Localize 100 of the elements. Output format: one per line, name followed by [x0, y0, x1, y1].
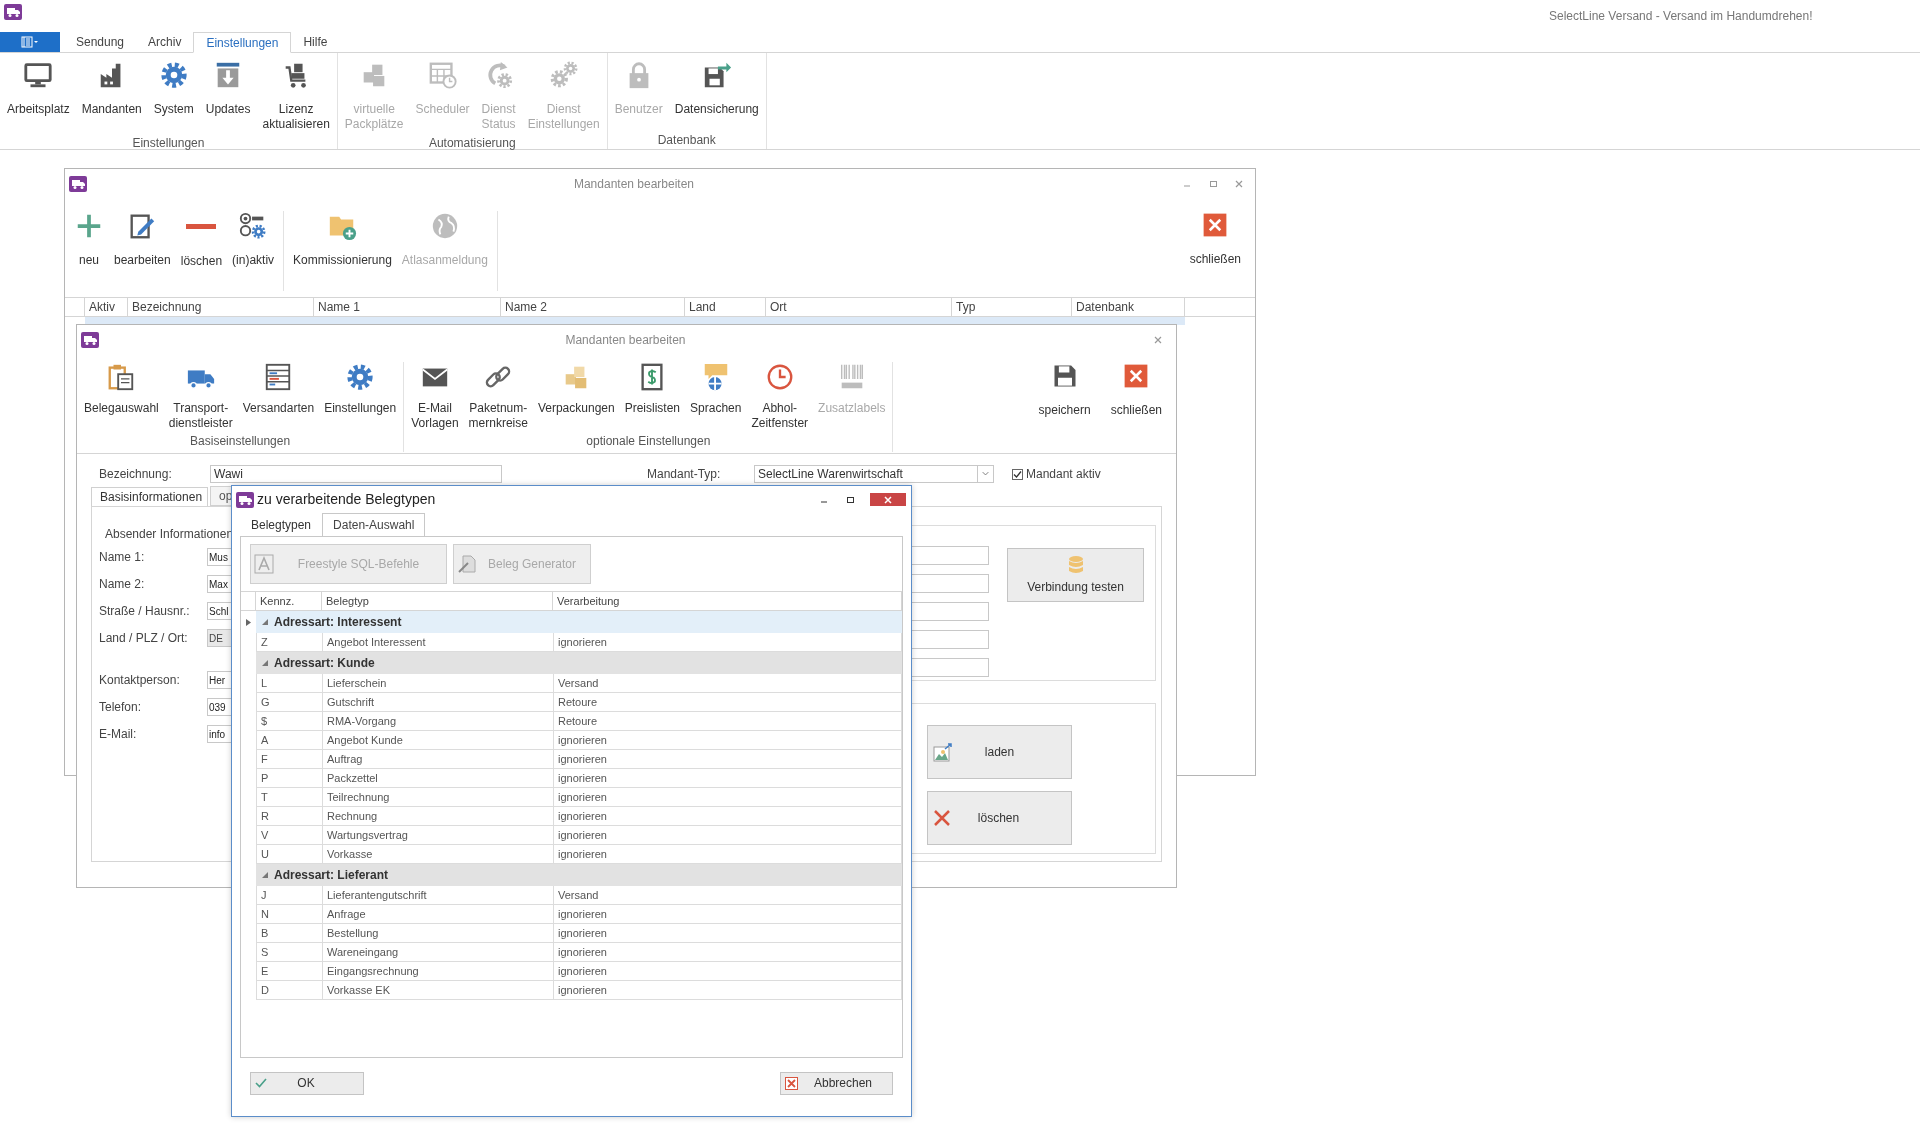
toolbar-button[interactable]: neu	[71, 211, 107, 269]
column-header[interactable]: Name 2	[501, 298, 685, 316]
table-cell: Lieferantengutschrift	[323, 886, 554, 904]
table-cell: Versand	[554, 674, 902, 692]
column-header[interactable]: Ort	[766, 298, 952, 316]
table-cell: ignorieren	[554, 788, 902, 806]
column-header[interactable]: Aktiv	[85, 298, 128, 316]
toolbar-button[interactable]: Belegauswahl	[81, 362, 162, 416]
tab[interactable]: Basisinformationen	[91, 487, 208, 507]
toolbar-button[interactable]: Einstellungen	[321, 362, 400, 416]
field-label: Bezeichnung:	[99, 466, 173, 483]
toolbar-button[interactable]: E-Mail Vorlagen	[408, 362, 462, 431]
ribbon-button[interactable]: Datensicherung	[671, 60, 762, 117]
table-cell: Lieferschein	[323, 674, 554, 692]
close-icon[interactable]	[1233, 178, 1245, 190]
column-header[interactable]: Typ	[952, 298, 1072, 316]
dialog-title: zu verarbeitende Belegtypen	[257, 490, 437, 509]
group-row[interactable]: Adressart: Kunde	[256, 652, 902, 674]
column-header[interactable]: Verarbeitung	[553, 592, 902, 610]
delete-button[interactable]: löschen	[927, 791, 1072, 845]
menu-tab[interactable]: Hilfe	[291, 31, 340, 52]
column-header[interactable]: Belegtyp	[322, 592, 553, 610]
toolbar-button[interactable]: Versandarten	[239, 362, 318, 416]
delete-icon	[933, 809, 951, 827]
ribbon-button[interactable]: Arbeitsplatz	[4, 60, 73, 117]
app-logo-icon	[4, 4, 22, 20]
table-cell: RMA-Vorgang	[323, 712, 554, 730]
active-checkbox[interactable]: Mandant aktiv	[1012, 465, 1101, 483]
letter-box-icon	[254, 554, 274, 574]
table-cell: Angebot Kunde	[323, 731, 554, 749]
toolbar-button[interactable]: Verpackungen	[534, 362, 618, 416]
toolbar-button[interactable]: Kommissionierung	[290, 211, 395, 269]
group-row[interactable]: Adressart: Lieferant	[256, 864, 902, 886]
cancel-button[interactable]: Abbrechen	[780, 1071, 893, 1095]
ok-button[interactable]: OK	[250, 1071, 364, 1095]
ribbon-button[interactable]: Mandanten	[78, 60, 145, 117]
menu-tab[interactable]: Sendung	[64, 31, 137, 52]
table-cell: Z	[257, 633, 323, 651]
table-cell: ignorieren	[554, 807, 902, 825]
table-cell: ignorieren	[554, 981, 902, 999]
tab[interactable]: Daten-Auswahl	[322, 513, 426, 536]
checkbox[interactable]	[1012, 468, 1023, 480]
table-cell: Eingangsrechnung	[323, 962, 554, 980]
gear-icon	[345, 362, 376, 392]
toolbar-button[interactable]: (in)aktiv	[229, 211, 278, 269]
table-cell: $	[257, 712, 323, 730]
table-cell: Angebot Interessent	[323, 633, 554, 651]
table-cell: Anfrage	[323, 905, 554, 923]
table-cell: ignorieren	[554, 769, 902, 787]
load-button[interactable]: laden	[927, 725, 1072, 779]
toolbar-button[interactable]: löschen	[177, 211, 226, 270]
collapse-icon[interactable]	[262, 660, 268, 666]
column-header[interactable]: Name 1	[314, 298, 501, 316]
toolbar-button[interactable]: bearbeiten	[111, 211, 174, 269]
ribbon-button[interactable]: Lizenz aktualisieren	[259, 60, 333, 132]
test-connection-button[interactable]: Verbindung testen	[1007, 548, 1144, 602]
menu-tab[interactable]: Archiv	[136, 31, 194, 52]
column-header[interactable]: Kennz.	[256, 592, 322, 610]
input-field[interactable]: Wawi	[210, 465, 502, 483]
save-button[interactable]: speichern	[1032, 362, 1097, 419]
field-label: Straße / Hausnr.:	[99, 603, 191, 620]
toolbar-button[interactable]: Sprachen	[687, 362, 745, 416]
table-cell: Rechnung	[323, 807, 554, 825]
field-label: Telefon:	[99, 699, 143, 716]
table-cell: V	[257, 826, 323, 844]
close-button[interactable]: schließen	[1189, 211, 1241, 268]
table-cell: F	[257, 750, 323, 768]
toolbar-button[interactable]: Transport- dienstleister	[165, 362, 236, 431]
wand-document-icon	[457, 554, 477, 574]
table-cell: ignorieren	[554, 962, 902, 980]
close-button[interactable]: schließen	[1104, 362, 1168, 419]
field-label: Land / PLZ / Ort:	[99, 630, 189, 647]
collapse-icon[interactable]	[262, 872, 268, 878]
column-header[interactable]: Bezeichnung	[128, 298, 314, 316]
calendar-clock-icon	[427, 60, 458, 90]
toolbar-button[interactable]: Preislisten	[621, 362, 684, 416]
table-cell: P	[257, 769, 323, 787]
row-indicator-icon	[246, 618, 251, 626]
ribbon-button[interactable]: Updates	[202, 60, 254, 117]
field-label: Name 1:	[99, 549, 146, 566]
type-dropdown[interactable]: SelectLine Warenwirtschaft	[754, 465, 994, 483]
field-label: Name 2:	[99, 576, 146, 593]
column-header[interactable]: Datenbank	[1072, 298, 1185, 316]
close-button[interactable]	[870, 493, 906, 506]
table-cell: L	[257, 674, 323, 692]
table-cell: Wareneingang	[323, 943, 554, 961]
table-cell: ignorieren	[554, 731, 902, 749]
table-cell: ignorieren	[554, 750, 902, 768]
column-header[interactable]: Land	[685, 298, 766, 316]
ribbon-button[interactable]: System	[150, 60, 197, 117]
table-cell: Auftrag	[323, 750, 554, 768]
menu-tab[interactable]: Einstellungen	[193, 32, 292, 53]
toolbar-button[interactable]: Paketnum- mernkreise	[465, 362, 531, 431]
app-menu-button[interactable]	[0, 32, 60, 52]
table-cell: Retoure	[554, 712, 902, 730]
toolbar-button[interactable]: Abhol- Zeitfenster	[748, 362, 812, 431]
group-row[interactable]: Adressart: Interessent	[256, 611, 902, 633]
app-logo-icon	[69, 176, 87, 192]
close-icon[interactable]	[1152, 334, 1164, 346]
database-icon	[1067, 554, 1084, 575]
